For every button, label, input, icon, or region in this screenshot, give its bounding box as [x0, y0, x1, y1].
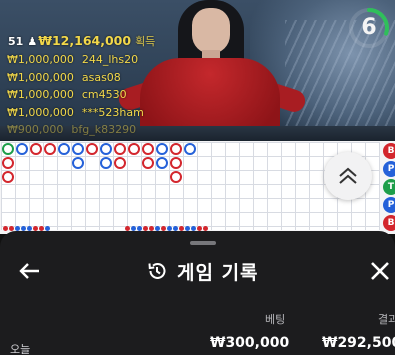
drag-handle[interactable]	[190, 241, 216, 245]
road-bead	[170, 157, 182, 169]
bet-amount: ₩1,000,000	[7, 88, 74, 102]
bet-feed-row: ₩1,000,000 ***523ham	[7, 104, 144, 122]
road-bead	[2, 143, 14, 155]
road-summary-chip: B	[383, 143, 395, 159]
road-bead	[156, 143, 168, 155]
person-icon: ♟	[27, 35, 38, 48]
road-bead	[58, 143, 70, 155]
road-side-summary: BPTPB	[383, 143, 395, 233]
close-x-icon	[371, 262, 389, 280]
total-amount: ₩12,164,000	[38, 33, 132, 48]
back-button[interactable]	[16, 257, 44, 285]
road-grid	[1, 142, 380, 231]
sheet-title: 게임 기록	[177, 261, 259, 284]
bet-nick: ***523ham	[81, 105, 144, 119]
countdown-number: 6	[361, 15, 377, 40]
road-bead	[30, 143, 42, 155]
bet-amount: ₩1,000,000	[7, 70, 74, 84]
road-bead	[142, 143, 154, 155]
bet-feed: ₩1,000,000 244_lhs20 ₩1,000,000 asas08 ₩1,…	[7, 51, 144, 139]
bet-feed-row: ₩900,000 bfg_k83290	[7, 121, 144, 139]
road-bead	[72, 157, 84, 169]
bet-amount: ₩1,000,000	[7, 53, 74, 66]
road-bead	[170, 143, 182, 155]
bet-nick: cm4530	[81, 88, 127, 102]
game-history-sheet: 게임 기록 베팅 결과 오늘 ₩300,000 ₩292,500	[0, 231, 395, 355]
history-row-result: ₩292,500	[322, 335, 395, 351]
bet-nick: asas08	[81, 70, 121, 84]
bet-feed-row: ₩1,000,000 cm4530	[7, 86, 144, 104]
column-header-result: 결과	[378, 313, 395, 326]
bet-feed-row: ₩1,000,000 asas08	[7, 69, 144, 87]
history-row-bet: ₩300,000	[210, 335, 290, 351]
road-bead	[128, 143, 140, 155]
arrow-left-icon	[19, 263, 39, 279]
bet-nick: bfg_k83290	[71, 123, 137, 137]
history-row-label: 오늘	[10, 343, 31, 355]
column-header-bet: 베팅	[265, 313, 286, 326]
road-dot	[3, 226, 8, 231]
history-clock-icon	[148, 262, 166, 279]
bet-amount: ₩1,000,000	[7, 105, 74, 119]
road-bead	[100, 157, 112, 169]
bet-feed-row: ₩1,000,000 244_lhs20	[7, 51, 144, 69]
road-bead	[44, 143, 56, 155]
dealer-face	[192, 8, 230, 54]
road-bead	[114, 143, 126, 155]
player-count: 51	[8, 35, 24, 48]
road-summary-chip: T	[383, 179, 395, 195]
road-bead	[114, 157, 126, 169]
double-chevron-up-icon	[339, 167, 357, 184]
road-bead	[16, 143, 28, 155]
road-bead	[184, 143, 196, 155]
road-bead	[142, 157, 154, 169]
bet-amount: ₩900,000	[7, 123, 64, 137]
road-bead	[2, 171, 14, 183]
bet-nick: 244_lhs20	[81, 53, 139, 66]
road-bead	[2, 157, 14, 169]
collapse-scoreboard-button[interactable]	[324, 152, 372, 200]
road-summary-chip: B	[383, 215, 395, 231]
total-label: 획득	[135, 35, 156, 48]
road-summary-chip: P	[383, 161, 395, 177]
close-button[interactable]	[366, 257, 394, 285]
sheet-header: 게임 기록	[146, 258, 259, 284]
player-stats: 51 ♟₩12,164,000 획득	[8, 33, 155, 48]
road-summary-chip: P	[383, 197, 395, 213]
road-bead	[156, 157, 168, 169]
road-bead	[100, 143, 112, 155]
road-bead	[72, 143, 84, 155]
road-bead	[170, 171, 182, 183]
road-bead	[86, 143, 98, 155]
